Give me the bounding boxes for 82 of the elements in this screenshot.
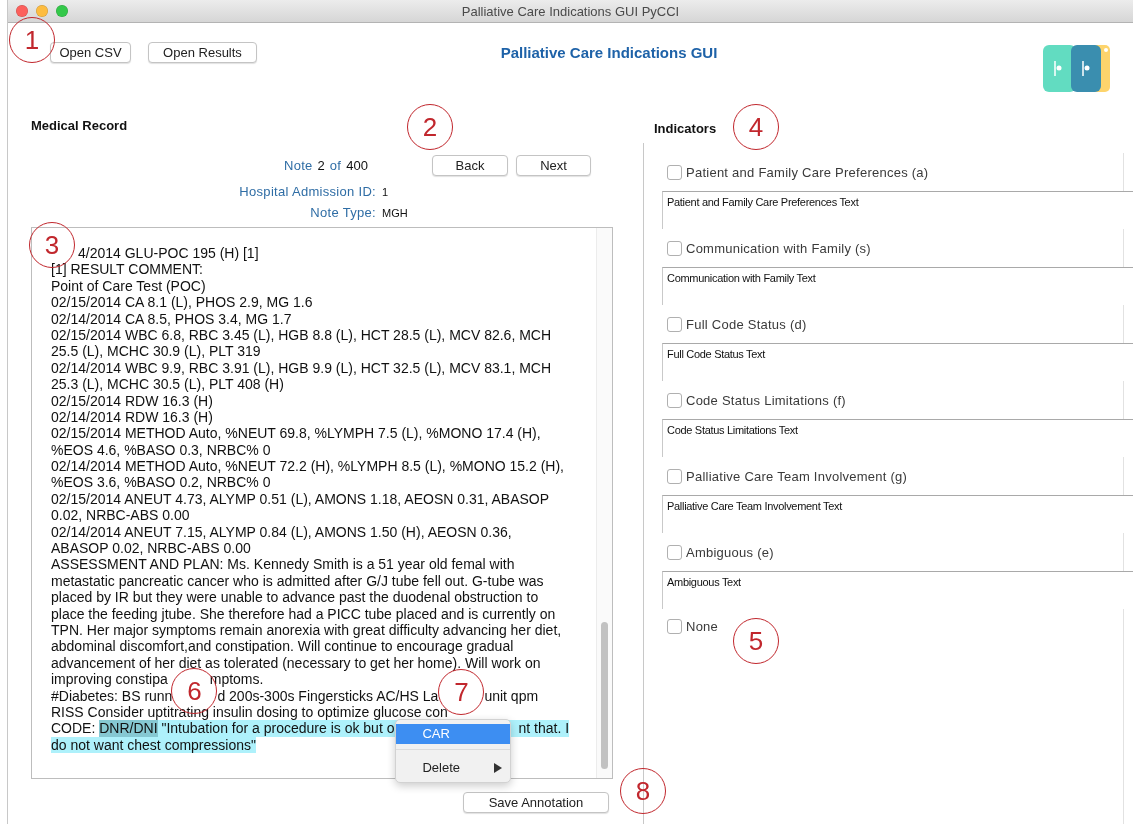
- highlighted-text: nt that. I: [518, 720, 570, 737]
- record-text: metastatic pancreatic cancer who is admitted after G/J tube fell out. G-tube was: [51, 572, 544, 590]
- highlighted-text: "Intubation for a procedure is ok but o: [157, 720, 395, 737]
- record-text: 02/14/2014 CA 8.5, PHOS 3.4, MG 1.7: [51, 310, 292, 327]
- checkbox-label[interactable]: Patient and Family Care Preferences (a): [686, 164, 929, 180]
- indicator-text-field[interactable]: Code Status Limitations Text: [662, 419, 1133, 457]
- record-text: %EOS 3.6, %BASO 0.2, NRBC% 0: [51, 474, 271, 491]
- zoom-button[interactable]: [56, 5, 68, 17]
- field-value: MGH: [382, 206, 408, 219]
- window-title: Palliative Care Indications GUI PyCCI: [461, 3, 680, 19]
- section-heading: Medical Record: [31, 118, 128, 133]
- record-text: mptoms.: [209, 671, 264, 688]
- indicator-text-field[interactable]: Ambiguous Text: [662, 571, 1133, 609]
- checkbox[interactable]: [667, 164, 682, 180]
- save-annotation-button[interactable]: Save Annotation: [463, 792, 609, 813]
- record-text: 4/2014 GLU-POC 195 (H) [1]: [78, 245, 259, 262]
- note-label: Note: [283, 157, 313, 173]
- annotated-entity: DNR/DNI: [99, 720, 158, 737]
- checkbox[interactable]: [667, 468, 682, 484]
- submenu-arrow-icon: [494, 763, 503, 774]
- record-text: 02/14/2014 ANEUT 7.15, ALYMP 0.84 (L), AMONS 1.50 (H), AEOSN 0.36,: [51, 523, 512, 541]
- app-logo: [1043, 45, 1110, 92]
- record-text: 02/14/2014 METHOD Auto, %NEUT 72.2 (H), %LYMPH 8.5 (L), %MONO 15.2 (H),: [51, 458, 564, 475]
- back-button[interactable]: Back: [432, 154, 508, 176]
- record-text: abdominal discomfort,and constipation. Will continue to encourage gradual: [51, 638, 514, 655]
- record-text: 02/15/2014 ANEUT 4.73, ALYMP 0.51 (L), AMONS 1.18, AEOSN 0.31, ABASOP: [51, 490, 550, 508]
- record-text: 02/14/2014 WBC 9.9, RBC 3.91 (L), HGB 9.9 (L), HCT 32.5 (L), MCV 83.1, MCH: [51, 359, 552, 377]
- section-heading: Indicators: [654, 121, 717, 136]
- record-text: CODE:: [51, 720, 97, 737]
- field-label: Note Type:: [309, 205, 376, 220]
- close-button[interactable]: [16, 5, 28, 17]
- record-text: improving constipa: [51, 671, 168, 688]
- record-text: d 200s-300s Fingersticks AC/HS La: [217, 687, 439, 704]
- record-text: ASSESSMENT AND PLAN: Ms. Kennedy Smith is a 51 year old femal with: [51, 556, 515, 573]
- note-total: 400: [346, 157, 368, 173]
- checkbox[interactable]: [667, 316, 682, 332]
- checkbox-label[interactable]: Ambiguous (e): [686, 544, 774, 560]
- checkbox-label[interactable]: Code Status Limitations (f): [686, 392, 846, 408]
- open-results-button[interactable]: Open Results: [148, 42, 257, 63]
- indicator-text-field[interactable]: Patient and Family Care Preferences Text: [662, 191, 1133, 229]
- record-text: %EOS 4.6, %BASO 0.3, NRBC% 0: [51, 441, 271, 459]
- record-text: 0.02, NRBC-ABS 0.00: [51, 507, 190, 524]
- checkbox-label[interactable]: Full Code Status (d): [686, 316, 807, 332]
- note-label: of: [329, 157, 342, 173]
- record-text: placed by IR but they were unable to advance past the duodenal obstruction to: [51, 589, 539, 606]
- record-text: RISS Consider uptitrating insulin dosing to optimize glucose con: [51, 703, 448, 721]
- record-text: unit qpm: [484, 687, 539, 704]
- menu-item[interactable]: Delete: [396, 758, 511, 779]
- checkbox-label[interactable]: Palliative Care Team Involvement (g): [686, 468, 908, 484]
- field-value: 1: [382, 185, 389, 198]
- record-text: 25.5 (L), MCHC 30.9 (L), PLT 319: [51, 343, 261, 360]
- scrollbar-thumb[interactable]: [601, 622, 608, 769]
- field-label: Hospital Admission ID:: [238, 184, 376, 199]
- record-text: 25.3 (L), MCHC 30.5 (L), PLT 408 (H): [51, 376, 284, 393]
- indicator-text-field[interactable]: Communication with Family Text: [662, 267, 1133, 305]
- callout-number: 4: [733, 104, 779, 150]
- highlighted-text: do not want chest compressions": [51, 736, 256, 754]
- record-text: #Diabetes: BS runn: [51, 687, 173, 704]
- indicator-text-field[interactable]: Full Code Status Text: [662, 343, 1133, 381]
- record-text: 02/15/2014 CA 8.1 (L), PHOS 2.9, MG 1.6: [51, 294, 313, 311]
- indicator-text-field[interactable]: Palliative Care Team Involvement Text: [662, 495, 1133, 533]
- record-text: Point of Care Test (POC): [51, 277, 206, 295]
- record-text: TPN. Her major symptoms remain anorexia with great difficulty advancing her diet,: [51, 622, 562, 639]
- record-text: place the feeding jtube. She therefore had a PICC tube placed and is currently on: [51, 605, 556, 622]
- record-text: 02/15/2014 RDW 16.3 (H): [51, 392, 213, 409]
- open-csv-button[interactable]: Open CSV: [50, 42, 131, 63]
- checkbox[interactable]: [667, 544, 682, 560]
- checkbox-label[interactable]: None: [686, 619, 719, 634]
- scrollbar[interactable]: [596, 228, 612, 778]
- note-number: 2: [317, 157, 325, 173]
- minimize-button[interactable]: [36, 5, 48, 17]
- checkbox[interactable]: [667, 619, 682, 634]
- record-text: ABASOP 0.02, NRBC-ABS 0.00: [51, 540, 251, 557]
- app-title: Palliative Care Indications GUI: [500, 44, 718, 61]
- record-text: 02/14/2014 RDW 16.3 (H): [51, 408, 213, 426]
- record-text: advancement of her diet as tolerated (necessary to get her home). Will work on: [51, 654, 541, 672]
- record-text: 02/15/2014 WBC 6.8, RBC 3.45 (L), HGB 8.8 (L), HCT 28.5 (L), MCV 82.6, MCH: [51, 326, 552, 344]
- record-text: 02/15/2014 METHOD Auto, %NEUT 69.8, %LYMPH 7.5 (L), %MONO 17.4 (H),: [51, 425, 541, 442]
- checkbox[interactable]: [667, 240, 682, 256]
- next-button[interactable]: Next: [516, 154, 591, 176]
- checkbox-label[interactable]: Communication with Family (s): [686, 240, 871, 256]
- checkbox[interactable]: [667, 392, 682, 408]
